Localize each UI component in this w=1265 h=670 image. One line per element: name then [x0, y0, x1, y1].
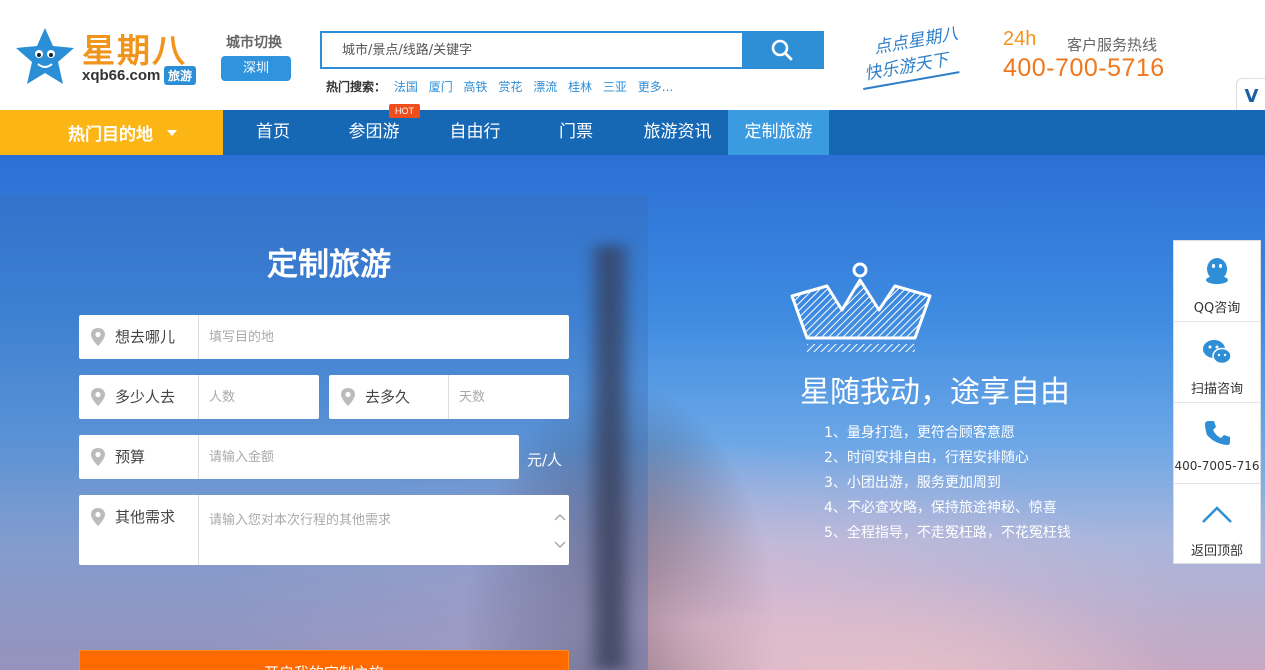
nav-item-tickets[interactable]: 门票: [525, 110, 627, 155]
city-switch-label: 城市切换: [226, 35, 282, 51]
budget-label: 预算: [115, 448, 146, 466]
hot-badge: HOT: [389, 104, 420, 118]
slogan: 点点星期八 快乐游天下: [853, 12, 983, 98]
hot-search-link[interactable]: 三亚: [603, 80, 627, 94]
other-needs-textarea[interactable]: [199, 495, 569, 565]
brand-domain: xqb66.com: [82, 67, 161, 84]
hot-search: 热门搜索： 法国 厦门 高铁 赏花 漂流 桂林 三亚 更多...: [326, 78, 680, 95]
people-field: 多少人去: [79, 375, 319, 419]
textarea-scrollbar[interactable]: [553, 505, 567, 565]
24h-icon: 24h: [1003, 28, 1037, 50]
budget-unit: 元/人: [527, 451, 563, 469]
location-pin-icon: [91, 448, 105, 466]
feature-item: 3、小团出游，服务更加周到: [824, 475, 1001, 491]
side-v-tab[interactable]: V: [1236, 78, 1265, 114]
feature-item: 2、时间安排自由，行程安排随心: [824, 450, 1029, 466]
wechat-icon: [1203, 340, 1232, 365]
hotline-number: 400-700-5716: [1003, 54, 1165, 82]
location-pin-icon: [91, 508, 105, 526]
feature-item: 5、全程指导，不走冤枉路，不花冤枉钱: [824, 525, 1071, 541]
back-to-top-button[interactable]: 返回顶部: [1174, 484, 1260, 565]
nav-item-home[interactable]: 首页: [223, 110, 323, 155]
chevron-down-icon[interactable]: [554, 541, 566, 549]
other-needs-field: 其他需求: [79, 495, 569, 565]
hero-banner: 定制旅游 想去哪儿 多少人去 去多久 预算 元/人 其他需求: [0, 155, 1265, 670]
destination-label: 想去哪儿: [115, 328, 176, 346]
qq-consult-label: QQ咨询: [1193, 301, 1241, 316]
phone-icon: [1205, 421, 1230, 445]
custom-travel-form: 定制旅游 想去哪儿 多少人去 去多久 预算 元/人 其他需求: [0, 195, 648, 670]
hot-search-link[interactable]: 漂流: [533, 80, 557, 94]
budget-field: 预算: [79, 435, 519, 479]
back-to-top-label: 返回顶部: [1190, 544, 1243, 559]
hot-search-link[interactable]: 厦门: [429, 80, 453, 94]
hot-search-label: 热门搜索：: [326, 80, 387, 94]
main-nav: 热门目的地 首页 参团游 自由行 门票 旅游资讯 定制旅游 HOT: [0, 104, 1265, 155]
start-custom-trip-button[interactable]: 开启我的定制之旅: [79, 650, 569, 670]
city-switch-button[interactable]: 深圳: [221, 56, 291, 81]
destination-input[interactable]: [199, 315, 569, 359]
hot-destinations-label: 热门目的地: [68, 125, 153, 145]
location-pin-icon: [91, 388, 105, 406]
hotline: 24h 客户服务热线 400-700-5716: [1003, 26, 1173, 86]
chevron-up-icon: [1202, 506, 1232, 523]
site-header: 星期八 xqb66.com 旅游 城市切换 深圳 热门搜索： 法国 厦门 高铁 …: [0, 0, 1265, 114]
qq-penguin-icon: [1206, 258, 1228, 284]
feature-item: 4、不必查攻略，保持旅途神秘、惊喜: [824, 500, 1057, 516]
search-input[interactable]: [322, 33, 742, 67]
hot-search-link[interactable]: 赏花: [498, 80, 522, 94]
people-label: 多少人去: [115, 388, 176, 406]
hot-search-more-link[interactable]: 更多...: [638, 80, 673, 94]
search-button[interactable]: [742, 33, 822, 67]
budget-input[interactable]: [199, 435, 519, 479]
crown-icon: [790, 262, 932, 352]
duration-label: 去多久: [365, 388, 411, 406]
destination-field: 想去哪儿: [79, 315, 569, 359]
hot-search-link[interactable]: 桂林: [568, 80, 592, 94]
hotline-label: 客户服务热线: [1067, 36, 1158, 54]
qq-consult-button[interactable]: QQ咨询: [1174, 241, 1260, 322]
phone-consult-number: 400-7005-716: [1174, 459, 1260, 473]
duration-input[interactable]: [449, 375, 569, 419]
other-needs-label: 其他需求: [115, 508, 176, 526]
nav-item-free-travel[interactable]: 自由行: [425, 110, 525, 155]
phone-consult-button[interactable]: 400-7005-716: [1174, 403, 1260, 484]
hot-search-link[interactable]: 高铁: [464, 80, 488, 94]
location-pin-icon: [91, 328, 105, 346]
feature-list: 1、量身打造，更符合顾客意愿 2、时间安排自由，行程安排随心 3、小团出游，服务…: [824, 421, 1071, 546]
scan-consult-label: 扫描咨询: [1190, 382, 1243, 397]
search-icon: [771, 39, 793, 61]
site-logo[interactable]: 星期八 xqb66.com 旅游: [12, 22, 207, 92]
hot-destinations-menu[interactable]: 热门目的地: [0, 110, 223, 155]
scan-consult-button[interactable]: 扫描咨询: [1174, 322, 1260, 403]
nav-item-travel-news[interactable]: 旅游资讯: [627, 110, 728, 155]
search-box: [320, 31, 824, 69]
form-title: 定制旅游: [267, 247, 391, 283]
duration-field: 去多久: [329, 375, 569, 419]
star-mascot-icon: [16, 28, 74, 84]
feature-item: 1、量身打造，更符合顾客意愿: [824, 425, 1015, 441]
floating-contact-widget: QQ咨询 扫描咨询 400-7005-716 返回顶部: [1173, 240, 1261, 564]
brand-tag: 旅游: [164, 66, 197, 85]
location-pin-icon: [341, 388, 355, 406]
hero-tagline: 星随我动，途享自由: [800, 375, 1070, 410]
people-input[interactable]: [199, 375, 319, 419]
brand-name: 星期八: [82, 31, 187, 70]
nav-item-custom-travel[interactable]: 定制旅游: [728, 110, 829, 155]
hot-search-link[interactable]: 法国: [394, 80, 418, 94]
caret-down-icon: [167, 129, 177, 136]
chevron-up-icon[interactable]: [554, 513, 566, 521]
